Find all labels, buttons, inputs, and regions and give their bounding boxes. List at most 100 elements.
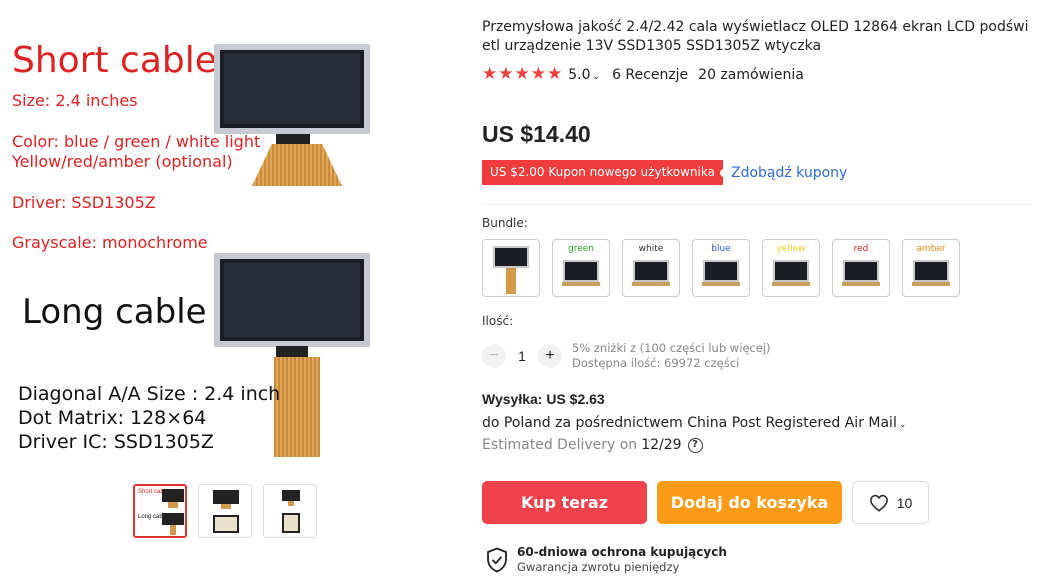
help-icon[interactable]: ?	[687, 437, 703, 453]
display-icon	[913, 260, 949, 282]
thumb-display	[162, 489, 184, 502]
rating-value: 5.0	[568, 66, 591, 83]
star-icon: ★	[482, 64, 498, 84]
pins-icon	[912, 282, 950, 286]
display-icon	[493, 246, 529, 268]
bundle-option-long-cable[interactable]	[482, 239, 540, 297]
chevron-down-icon: ⌄	[898, 420, 907, 430]
thumbnail-3[interactable]	[263, 484, 317, 538]
star-icon: ★	[530, 64, 546, 84]
bundle-option-label: red	[853, 244, 869, 254]
bundle-option-label: white	[638, 244, 664, 254]
spec-color: Color: blue / green / white light	[12, 132, 261, 151]
bundle-option-label: green	[568, 244, 594, 254]
rating-row: ★ ★ ★ ★ ★ 5.0 ⌄ 6 Recenzje 20 zamówienia	[482, 66, 804, 83]
bundle-option-label: amber	[916, 244, 946, 254]
spec-size: Size: 2.4 inches	[12, 91, 138, 110]
spec-diagonal: Diagonal A/A Size : 2.4 inch	[18, 383, 281, 405]
available-quantity: Dostępna ilość: 69972 części	[572, 356, 740, 370]
buyer-protection: 60-dniowa ochrona kupujących Gwarancja z…	[486, 545, 727, 575]
spec-dot-matrix: Dot Matrix: 128×64	[18, 407, 207, 429]
short-cable-title: Short cable	[12, 40, 217, 81]
shipping-method-selector[interactable]: do Poland za pośrednictwem China Post Re…	[482, 415, 906, 431]
bundle-label: Bundle:	[482, 216, 528, 230]
thumb-cable	[288, 501, 294, 506]
heart-icon	[869, 494, 888, 512]
add-to-cart-button[interactable]: Dodaj do koszyka	[657, 481, 842, 524]
shipping-route: do Poland za pośrednictwem China Post Re…	[482, 415, 897, 431]
short-flex-cable	[252, 144, 342, 186]
bundle-option-red[interactable]: red	[832, 239, 890, 297]
bundle-option-label: blue	[711, 244, 731, 254]
oled-display-long	[214, 253, 370, 347]
pins-icon	[562, 282, 600, 286]
coupon-row: US $2.00 Kupon nowego użytkownika Zdobąd…	[482, 160, 847, 185]
thumbnail-strip: Short cable Long cable	[133, 484, 317, 538]
quantity-notes: 5% zniżki z (100 części lub więcej) Dost…	[572, 341, 771, 371]
rating-stars: ★ ★ ★ ★ ★	[482, 66, 562, 83]
star-icon: ★	[514, 64, 530, 84]
quantity-value[interactable]: 1	[506, 348, 538, 364]
long-flex-cable	[274, 357, 320, 457]
buy-now-button[interactable]: Kup teraz	[482, 481, 647, 524]
bundle-option-label: yellow	[776, 244, 806, 254]
wishlist-button[interactable]: 10	[852, 481, 929, 524]
thumb-back	[282, 513, 300, 533]
delivery-date: 12/29	[641, 437, 682, 453]
spec-color-optional: Yellow/red/amber (optional)	[12, 152, 233, 171]
display-icon	[563, 260, 599, 282]
pins-icon	[842, 282, 880, 286]
thumb-cable	[221, 504, 231, 509]
long-cable-title: Long cable	[22, 292, 207, 332]
get-coupons-link[interactable]: Zdobądź kupony	[731, 165, 847, 181]
star-icon: ★	[498, 64, 514, 84]
bundle-option-yellow[interactable]: yellow	[762, 239, 820, 297]
thumb-display	[213, 490, 239, 504]
delivery-label: Estimated Delivery on	[482, 437, 638, 453]
product-title: Przemysłowa jakość 2.4/2.42 cala wyświet…	[482, 19, 1029, 54]
chevron-down-icon: ⌄	[592, 71, 601, 82]
rating-dropdown[interactable]: 5.0 ⌄	[568, 67, 600, 83]
driver-chip-long	[276, 346, 308, 357]
pins-icon	[632, 282, 670, 286]
quantity-stepper: − 1 + 5% zniżki z (100 części lub więcej…	[482, 341, 771, 371]
quantity-plus-button[interactable]: +	[538, 344, 562, 368]
bundle-option-blue[interactable]: blue	[692, 239, 750, 297]
thumb-cable	[168, 502, 178, 508]
driver-chip	[276, 134, 310, 144]
display-icon	[843, 260, 879, 282]
buyer-protection-subtitle: Gwarancja zwrotu pieniędzy	[517, 560, 680, 574]
main-product-image[interactable]: Short cable Size: 2.4 inches Color: blue…	[0, 0, 470, 470]
reviews-link[interactable]: 6 Recenzje	[612, 67, 688, 83]
display-icon	[773, 260, 809, 282]
bundle-option-amber[interactable]: amber	[902, 239, 960, 297]
quantity-label: Ilość:	[482, 314, 514, 328]
oled-display-short	[214, 44, 370, 134]
divider	[482, 204, 1032, 205]
thumbnail-1[interactable]: Short cable Long cable	[133, 484, 187, 538]
pins-icon	[772, 282, 810, 286]
orders-count: 20 zamówienia	[698, 66, 804, 83]
spec-grayscale: Grayscale: monochrome	[12, 233, 208, 252]
bundle-option-white[interactable]: white	[622, 239, 680, 297]
coupon-badge: US $2.00 Kupon nowego użytkownika	[482, 160, 728, 185]
spec-driver: Driver: SSD1305Z	[12, 193, 156, 212]
product-price: US $14.40	[482, 121, 591, 147]
bundle-options: green white blue yellow red amber	[482, 239, 960, 297]
display-icon	[703, 260, 739, 282]
buyer-protection-text: 60-dniowa ochrona kupujących Gwarancja z…	[517, 545, 727, 575]
wishlist-count: 10	[896, 494, 913, 511]
star-icon: ★	[547, 64, 563, 84]
thumb-display-long	[162, 513, 184, 525]
thumb-display	[282, 490, 300, 501]
shipping-cost: Wysyłka: US $2.63	[482, 391, 605, 407]
display-icon	[633, 260, 669, 282]
shield-check-icon	[487, 547, 507, 573]
buyer-protection-title: 60-dniowa ochrona kupujących	[517, 545, 727, 559]
estimated-delivery: Estimated Delivery on 12/29 ?	[482, 437, 703, 453]
bundle-option-green[interactable]: green	[552, 239, 610, 297]
thumb-cable-long	[170, 525, 176, 535]
quantity-minus-button[interactable]: −	[482, 344, 506, 368]
thumbnail-2[interactable]	[198, 484, 252, 538]
spec-driver-ic: Driver IC: SSD1305Z	[18, 431, 214, 453]
